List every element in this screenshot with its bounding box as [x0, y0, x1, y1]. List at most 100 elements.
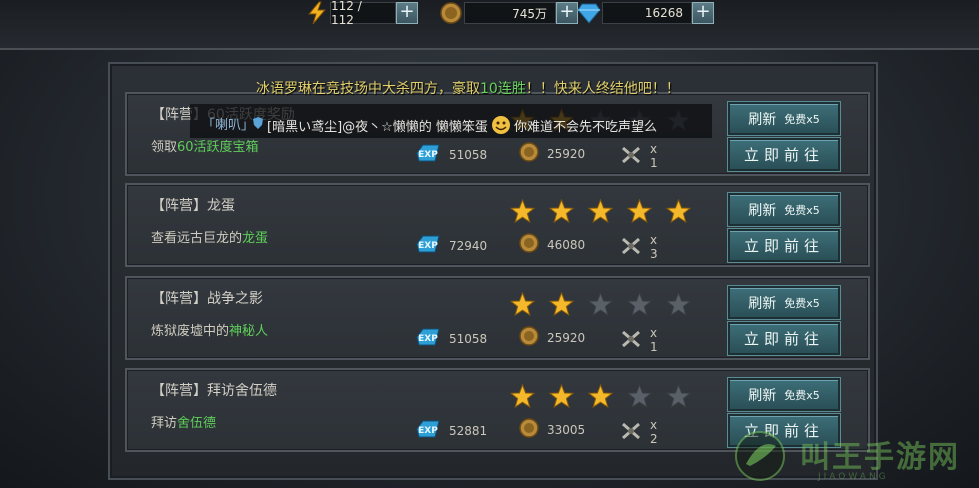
watermark-title: 叫王手游网	[800, 440, 960, 475]
crossed-swords-icon	[620, 145, 642, 168]
exp-value: 52881	[449, 423, 488, 438]
gold-value: 25920	[547, 146, 586, 161]
refresh-button[interactable]: 刷新 免费x5	[728, 102, 840, 135]
quest-description: 拜访舍伍德	[151, 412, 216, 431]
refresh-label: 刷新	[748, 111, 777, 128]
refresh-label: 刷新	[748, 387, 777, 404]
go-button[interactable]: 立即前往	[728, 138, 840, 171]
svg-text:EXP: EXP	[418, 241, 438, 251]
go-button[interactable]: 立即前往	[728, 322, 840, 355]
filled-star-icon	[549, 199, 574, 224]
site-watermark: 叫王手游网 JIAOWANG	[730, 426, 970, 486]
filled-star-icon	[510, 199, 535, 224]
desc-prefix: 领取	[151, 140, 178, 155]
quest-card-2: 【阵营】龙蛋 查看远古巨龙的龙蛋 EXP 72940 46080 x 3 刷新 免费…	[125, 183, 870, 267]
free-count: 免费x5	[784, 296, 820, 310]
go-button[interactable]: 立即前往	[728, 229, 840, 262]
item-reward: x 1	[620, 142, 658, 170]
quest-description: 查看远古巨龙的龙蛋	[151, 227, 268, 246]
broadcast-text-end: ！！快来人终结他吧！！	[525, 81, 680, 97]
coin-icon	[519, 233, 539, 256]
coin-resource: 745万 +	[438, 0, 578, 26]
empty-star-icon	[627, 384, 652, 409]
desc-highlight: 神秘人	[229, 324, 269, 339]
chat-channel: 「喇叭」	[202, 118, 255, 133]
quest-card-3: 【阵营】战争之影 炼狱废墟中的神秘人 EXP 51058 25920 x 1 刷新…	[125, 276, 870, 360]
empty-star-icon	[627, 292, 652, 317]
coin-icon	[438, 0, 464, 26]
desc-highlight: 60活跃度宝箱	[177, 140, 259, 155]
exp-value: 51058	[449, 331, 488, 346]
difficulty-stars	[510, 199, 691, 224]
crossed-swords-icon	[620, 329, 642, 352]
filled-star-icon	[549, 292, 574, 317]
exp-icon: EXP	[415, 326, 441, 351]
broadcast-player-name: 冰语罗琳	[256, 81, 312, 97]
refresh-button[interactable]: 刷新 免费x5	[728, 286, 840, 319]
filled-star-icon	[627, 199, 652, 224]
desc-prefix: 查看远古巨龙的	[151, 231, 243, 246]
refresh-label: 刷新	[748, 295, 777, 312]
watermark-subtitle: JIAOWANG	[818, 472, 889, 482]
exp-reward: EXP 51058	[415, 142, 487, 167]
gold-reward: 33005	[519, 418, 585, 441]
broadcast-text: 在竞技场中大杀四方，豪取	[312, 81, 480, 97]
add-gems-button[interactable]: +	[692, 2, 714, 24]
filled-star-icon	[588, 384, 613, 409]
add-coins-button[interactable]: +	[556, 2, 578, 24]
chat-message: [暗黑い鸢尘]@夜丶☆懒懒的 懒懒笨蛋 你难道不会先不吃声望么	[252, 114, 657, 136]
coin-icon	[519, 418, 539, 441]
free-count: 免费x5	[784, 388, 820, 402]
exp-reward: EXP 72940	[415, 233, 487, 258]
exp-reward: EXP 52881	[415, 418, 487, 443]
filled-star-icon	[510, 292, 535, 317]
desc-highlight: 舍伍德	[177, 416, 217, 431]
refresh-button[interactable]: 刷新 免费x5	[728, 193, 840, 226]
filled-star-icon	[510, 384, 535, 409]
gold-reward: 25920	[519, 326, 585, 349]
quest-description: 炼狱废墟中的神秘人	[151, 320, 268, 339]
add-stamina-button[interactable]: +	[396, 2, 418, 24]
filled-star-icon	[666, 199, 691, 224]
lightning-icon	[304, 0, 330, 26]
gold-value: 33005	[547, 422, 586, 437]
coin-icon	[519, 142, 539, 165]
gem-resource: 16268 +	[576, 0, 714, 26]
coin-icon	[519, 326, 539, 349]
resource-bar: 112 / 112 + 745万 + 16268 +	[0, 0, 979, 50]
broadcast-highlight: 10连胜	[480, 81, 526, 97]
filled-star-icon	[588, 199, 613, 224]
svg-text:EXP: EXP	[418, 426, 438, 436]
smiley-emoji-icon	[490, 114, 512, 136]
shield-icon	[252, 116, 264, 134]
difficulty-stars	[510, 292, 691, 317]
item-reward: x 1	[620, 326, 658, 354]
quest-title: 【阵营】战争之影	[151, 291, 263, 307]
leaf-logo-icon	[735, 431, 785, 481]
filled-star-icon	[549, 384, 574, 409]
desc-prefix: 拜访	[151, 416, 178, 431]
empty-star-icon	[666, 384, 691, 409]
item-count: x 2	[650, 418, 658, 446]
item-count: x 3	[650, 233, 658, 261]
item-count: x 1	[650, 142, 658, 170]
chat-text: 你难道不会先不吃声望么	[513, 119, 657, 135]
exp-icon: EXP	[415, 142, 441, 167]
quest-description: 领取60活跃度宝箱	[151, 136, 259, 155]
gold-value: 46080	[547, 237, 586, 252]
gem-value: 16268	[602, 2, 692, 24]
item-reward: x 2	[620, 418, 658, 446]
refresh-button[interactable]: 刷新 免费x5	[728, 378, 840, 411]
exp-icon: EXP	[415, 233, 441, 258]
chat-sender: [暗黑い鸢尘]@夜丶☆懒懒的 懒懒笨蛋	[267, 119, 488, 135]
chat-message-popup: 「喇叭」 [暗黑い鸢尘]@夜丶☆懒懒的 懒懒笨蛋 你难道不会先不吃声望么	[190, 104, 712, 138]
coin-value: 745万	[464, 2, 556, 24]
item-count: x 1	[650, 326, 658, 354]
exp-reward: EXP 51058	[415, 326, 487, 351]
stamina-resource: 112 / 112 +	[304, 0, 418, 27]
gold-value: 25920	[547, 330, 586, 345]
crossed-swords-icon	[620, 236, 642, 259]
quest-title: 【阵营】龙蛋	[151, 198, 235, 214]
item-reward: x 3	[620, 233, 658, 261]
free-count: 免费x5	[784, 203, 820, 217]
